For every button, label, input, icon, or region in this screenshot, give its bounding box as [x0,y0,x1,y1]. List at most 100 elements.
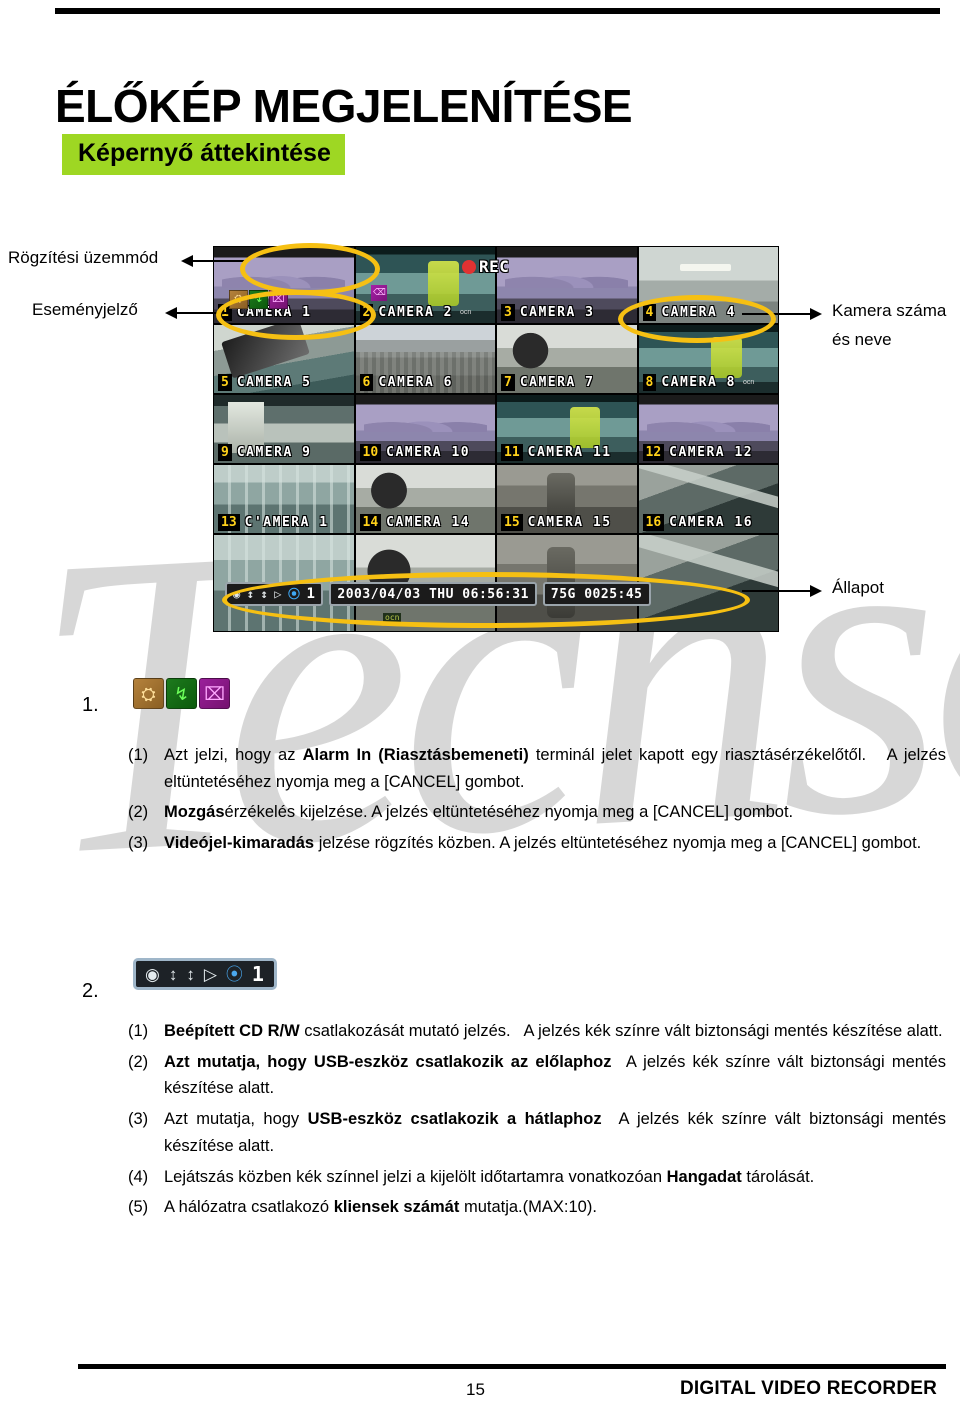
page-title: ÉLŐKÉP MEGJELENÍTÉSE [55,79,633,132]
highlight-ellipse-camera-name [618,295,776,343]
highlight-ellipse-recording-mode [240,243,380,295]
callout-camera-number-line1: Kamera száma [832,301,947,320]
list-item-marker: (2) [128,1052,149,1071]
section-2-icon-row: ◉ ↕ ↕ ▷ ⦿ 1 [133,958,277,990]
list-item: (2) Mozgásérzékelés kijelzése. A jelzés e… [128,799,946,826]
camera-name: CAMERA 9 [236,445,312,460]
legend-usb-front-icon: ↕ [168,964,178,984]
legend-usb-rear-icon: ↕ [186,964,195,984]
list-item-marker: (4) [128,1167,149,1186]
list-item-text: Azt mutatja, hogy USB-eszköz csatlakozik… [164,1052,946,1098]
camera-name: CAMERA 11 [527,445,612,460]
camera-name: CAMERA 15 [527,515,612,530]
callout-status: Állapot [832,578,884,597]
ocn-mark: ocn [742,379,755,386]
camera-number: 16 [642,514,665,531]
header-divider [55,8,940,14]
camera-name: CAMERA 14 [386,515,471,530]
camera-name: CAMERA 12 [669,445,754,460]
section-title: Képernyő áttekintése [78,139,331,167]
camera-cell-7[interactable]: 7 CAMERA 7 [496,324,638,394]
legend-audio-icon: ▷ [203,964,217,984]
legend-cd-rw-icon: ◉ [145,964,160,984]
camera-name: C'AMERA 1 [244,515,329,530]
camera-number: 10 [359,444,382,461]
list-item-text: Azt jelzi, hogy az Alarm In (Riasztásbem… [164,746,947,791]
list-item: (2) Azt mutatja, hogy USB-eszköz csatlako… [128,1049,946,1102]
arrow-head-recording-mode [181,255,193,267]
camera-number: 5 [218,374,232,391]
list-item-text: Azt mutatja, hogy USB-eszköz csatlakozik… [164,1110,946,1155]
camera-label-2: 2 CAMERA 2 ocn [356,303,496,323]
list-item: (3) Azt mutatja, hogy USB-eszköz csatlako… [128,1106,946,1159]
camera-number: 8 [642,374,657,391]
list-item-text: Mozgásérzékelés kijelzése. A jelzés eltü… [164,803,794,822]
camera-label-14: 14 CAMERA 14 [356,513,496,533]
list-item: (1) Beépített CD R/W csatlakozását mutató… [128,1018,946,1045]
camera-number: 9 [218,444,232,461]
section-1-icon-row: ⛭ ↯ ⌧ [133,678,230,709]
camera-cell-14[interactable]: 14 CAMERA 14 [354,464,496,534]
camera-label-16: 16 CAMERA 16 [639,513,779,533]
list-item-text: Beépített CD R/W csatlakozását mutató je… [164,1022,943,1040]
camera-name: CAMERA 8 [661,375,736,390]
legend-network-icon: ⦿ [225,964,243,984]
camera-number: 13 [218,514,240,531]
list-item: (1) Azt jelzi, hogy az Alarm In (Riasztás… [128,742,946,795]
footer-document-title: DIGITAL VIDEO RECORDER [680,1378,938,1399]
camera-number: 7 [501,374,515,391]
camera-name: CAMERA 10 [386,445,471,460]
camera-cell-10[interactable]: 10 CAMERA 10 [354,394,496,464]
camera-label-9: 9 CAMERA 9 [214,443,354,463]
list-item-marker: (2) [128,803,149,822]
list-item-marker: (1) [128,746,149,764]
legend-alarm-in-icon: ⛭ [133,678,164,709]
camera-label-13: 13 C'AMERA 1 [214,513,354,533]
legend-video-loss-icon: ⌧ [199,678,230,709]
camera-number: 15 [501,514,523,531]
list-item: (4) Lejátszás közben kék színnel jelzi a … [128,1164,946,1191]
camera-number: 14 [359,514,382,531]
video-loss-icon-camera12: ⌫ [371,284,388,301]
camera-cell-13[interactable]: 13 C'AMERA 1 [213,464,355,534]
camera-label-8: 8 CAMERA 8 ocn [639,373,779,393]
list-item-marker: (3) [128,834,149,853]
camera-cell-3[interactable]: 3 CAMERA 3 [496,246,638,324]
arrow-head-event-indicator [165,307,177,319]
list-item-marker: (3) [128,1110,149,1129]
section-1-marker: 1. [82,694,99,716]
camera-cell-12[interactable]: 12 CAMERA 12 [637,394,779,464]
camera-label-5: 5 CAMERA 5 [214,373,354,393]
camera-cell-9[interactable]: 9 CAMERA 9 [213,394,355,464]
leader-line-status [742,590,820,592]
camera-name: CAMERA 2 [378,305,453,320]
camera-name: CAMERA 6 [378,375,453,390]
camera-number: 3 [501,304,515,321]
list-item-marker: (5) [128,1198,149,1217]
section-title-highlight: Képernyő áttekintése [62,134,345,175]
camera-cell-6[interactable]: 6 CAMERA 6 [354,324,496,394]
camera-number: 12 [642,444,665,461]
ocn-mark: ocn [459,309,472,316]
camera-number: 6 [359,374,374,391]
highlight-ellipse-status-bar [222,572,750,628]
camera-label-15: 15 CAMERA 15 [497,513,637,533]
camera-cell-11[interactable]: 11 CAMERA 11 [496,394,638,464]
callout-camera-number-line2: és neve [832,330,892,349]
list-item: (3) Videójel-kimaradás jelzése rögzítés k… [128,830,946,857]
section-1-list: (1) Azt jelzi, hogy az Alarm In (Riasztás… [128,742,946,861]
callout-recording-mode: Rögzítési üzemmód [8,248,159,267]
list-item-text: Videójel-kimaradás jelzése rögzítés közb… [164,834,922,853]
list-item: (5) A hálózatra csatlakozó kliensek számá… [128,1194,946,1221]
camera-label-11: 11 CAMERA 11 [497,443,637,463]
page-number: 15 [466,1380,485,1399]
client-count-value: 1 [251,962,264,986]
camera-label-6: 6 CAMERA 6 [356,373,496,393]
camera-number: 11 [501,444,523,461]
camera-cell-15[interactable]: 15 CAMERA 15 [496,464,638,534]
list-item-marker: (1) [128,1022,149,1040]
camera-name: CAMERA 16 [669,515,754,530]
footer-divider [78,1364,946,1369]
camera-cell-16[interactable]: 16 CAMERA 16 [637,464,779,534]
list-item-text: A hálózatra csatlakozó kliensek számát m… [164,1198,597,1217]
